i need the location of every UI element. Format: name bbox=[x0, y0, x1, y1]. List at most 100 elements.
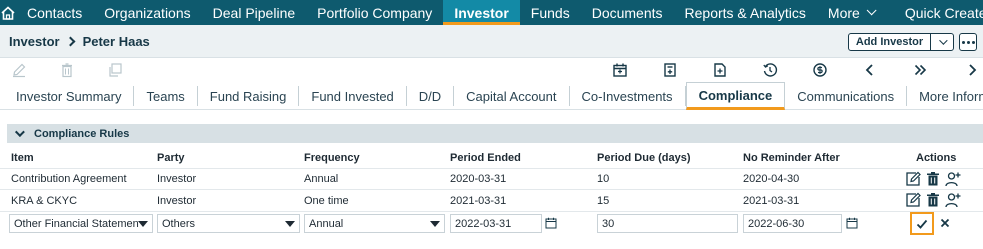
cell-no-reminder: 2021-03-31 bbox=[743, 194, 800, 207]
column-header-item[interactable]: Item bbox=[11, 148, 34, 168]
nav-quick-create[interactable]: Quick Create bbox=[891, 0, 983, 25]
save-row-button[interactable] bbox=[910, 212, 934, 235]
item-select-value: Other Financial Statemen bbox=[14, 217, 139, 230]
calendar-icon[interactable] bbox=[545, 217, 557, 229]
delete-icon[interactable] bbox=[925, 192, 941, 208]
cell-period-ended: 2021-03-31 bbox=[450, 194, 507, 207]
frequency-select[interactable]: Annual bbox=[304, 214, 445, 233]
breadcrumb: Investor Peter Haas bbox=[9, 34, 150, 49]
currency-icon[interactable] bbox=[811, 61, 829, 79]
nav-quick-create-label: Quick Create bbox=[904, 4, 983, 21]
chevron-right-icon bbox=[65, 36, 76, 47]
tab-fund-invested[interactable]: Fund Invested bbox=[299, 86, 407, 106]
cell-no-reminder: 2020-04-30 bbox=[743, 173, 800, 185]
chevron-down-icon bbox=[866, 5, 877, 16]
no-reminder-value: 2022-06-30 bbox=[748, 217, 805, 230]
nav-documents[interactable]: Documents bbox=[581, 0, 674, 25]
tab-co-investments[interactable]: Co-Investments bbox=[570, 86, 686, 106]
column-header-period-ended[interactable]: Period Ended bbox=[450, 148, 521, 168]
history-icon[interactable] bbox=[761, 61, 779, 79]
tab-fund-raising[interactable]: Fund Raising bbox=[198, 86, 300, 106]
period-ended-value: 2022-03-31 bbox=[455, 217, 512, 230]
page-title: Peter Haas bbox=[82, 34, 150, 49]
cancel-row-button[interactable] bbox=[938, 216, 952, 230]
home-icon[interactable] bbox=[0, 0, 16, 25]
copy-icon[interactable] bbox=[106, 61, 124, 79]
period-due-value: 30 bbox=[602, 217, 615, 230]
assign-user-icon[interactable] bbox=[945, 192, 961, 208]
close-icon bbox=[940, 218, 950, 228]
column-header-actions: Actions bbox=[916, 152, 957, 164]
top-nav: Contacts Organizations Deal Pipeline Por… bbox=[0, 0, 983, 25]
tab-communications[interactable]: Communications bbox=[785, 86, 908, 106]
cell-item: KRA & CKYC bbox=[11, 194, 78, 207]
next-icon[interactable] bbox=[963, 61, 981, 79]
nav-reports-analytics[interactable]: Reports & Analytics bbox=[674, 0, 817, 25]
cell-item: Contribution Agreement bbox=[11, 173, 127, 185]
previous-icon[interactable] bbox=[861, 61, 879, 79]
fast-forward-icon[interactable] bbox=[911, 61, 929, 79]
dropdown-arrow-icon bbox=[285, 221, 295, 227]
nav-contacts[interactable]: Contacts bbox=[16, 0, 93, 25]
no-reminder-input[interactable]: 2022-06-30 bbox=[743, 214, 842, 233]
delete-icon[interactable] bbox=[58, 61, 76, 79]
table-row: Contribution Agreement Investor Annual 2… bbox=[0, 168, 983, 190]
tab-more-information[interactable]: More Information bbox=[907, 86, 983, 106]
frequency-select-value: Annual bbox=[309, 217, 344, 230]
chevron-down-icon[interactable] bbox=[931, 34, 953, 50]
nav-investor[interactable]: Investor bbox=[443, 0, 520, 25]
party-select-value: Others bbox=[162, 217, 196, 230]
item-select[interactable]: Other Financial Statemen bbox=[9, 214, 153, 233]
nav-more[interactable]: More bbox=[817, 0, 891, 25]
party-select[interactable]: Others bbox=[157, 214, 300, 233]
edit-icon[interactable] bbox=[10, 61, 28, 79]
tab-investor-summary[interactable]: Investor Summary bbox=[0, 86, 135, 106]
row-actions bbox=[905, 192, 961, 208]
column-header-frequency[interactable]: Frequency bbox=[304, 148, 360, 168]
column-header-period-due[interactable]: Period Due (days) bbox=[597, 148, 691, 168]
calendar-icon[interactable] bbox=[611, 61, 629, 79]
tab-teams[interactable]: Teams bbox=[134, 86, 198, 106]
cell-frequency: One time bbox=[304, 194, 349, 207]
add-investor-label[interactable]: Add Investor bbox=[849, 34, 931, 50]
dropdown-arrow-icon bbox=[138, 221, 148, 227]
toolbar bbox=[0, 59, 983, 81]
table-header-row: Item Party Frequency Period Ended Period… bbox=[0, 148, 983, 168]
period-due-input[interactable]: 30 bbox=[597, 214, 738, 233]
more-options-button[interactable] bbox=[959, 33, 977, 51]
nav-portfolio-company[interactable]: Portfolio Company bbox=[306, 0, 443, 25]
nav-organizations[interactable]: Organizations bbox=[93, 0, 201, 25]
nav-more-label: More bbox=[827, 4, 860, 21]
section-title: Compliance Rules bbox=[34, 127, 130, 140]
add-document-icon[interactable] bbox=[711, 61, 729, 79]
nav-funds[interactable]: Funds bbox=[520, 0, 581, 25]
cell-period-ended: 2020-03-31 bbox=[450, 173, 507, 185]
tab-capital-account[interactable]: Capital Account bbox=[454, 86, 570, 106]
column-header-party[interactable]: Party bbox=[157, 148, 185, 168]
nav-deal-pipeline[interactable]: Deal Pipeline bbox=[202, 0, 307, 25]
add-task-icon[interactable] bbox=[661, 61, 679, 79]
compliance-table: Item Party Frequency Period Ended Period… bbox=[0, 148, 983, 236]
delete-icon[interactable] bbox=[925, 171, 941, 187]
tab-dd[interactable]: D/D bbox=[407, 86, 455, 106]
breadcrumb-parent[interactable]: Investor bbox=[9, 34, 60, 49]
tab-bar: Investor Summary Teams Fund Raising Fund… bbox=[0, 82, 983, 110]
row-actions bbox=[905, 171, 961, 187]
compliance-rules-section[interactable]: Compliance Rules bbox=[7, 124, 983, 143]
cell-party: Investor bbox=[157, 194, 197, 207]
cell-party: Investor bbox=[157, 173, 197, 185]
edit-icon[interactable] bbox=[905, 171, 921, 187]
period-ended-input[interactable]: 2022-03-31 bbox=[450, 214, 542, 233]
edit-row: Other Financial Statemen Others Annual 2… bbox=[0, 212, 983, 236]
edit-icon[interactable] bbox=[905, 192, 921, 208]
checkmark-icon bbox=[916, 219, 928, 229]
cell-period-due: 15 bbox=[597, 194, 610, 207]
dropdown-arrow-icon bbox=[430, 221, 440, 227]
assign-user-icon[interactable] bbox=[945, 171, 961, 187]
tab-compliance[interactable]: Compliance bbox=[685, 82, 786, 110]
add-investor-button[interactable]: Add Investor bbox=[848, 33, 954, 51]
chevron-down-icon[interactable] bbox=[14, 127, 25, 138]
column-header-no-reminder[interactable]: No Reminder After bbox=[743, 148, 840, 168]
cell-period-due: 10 bbox=[597, 173, 610, 185]
calendar-icon[interactable] bbox=[846, 217, 858, 229]
